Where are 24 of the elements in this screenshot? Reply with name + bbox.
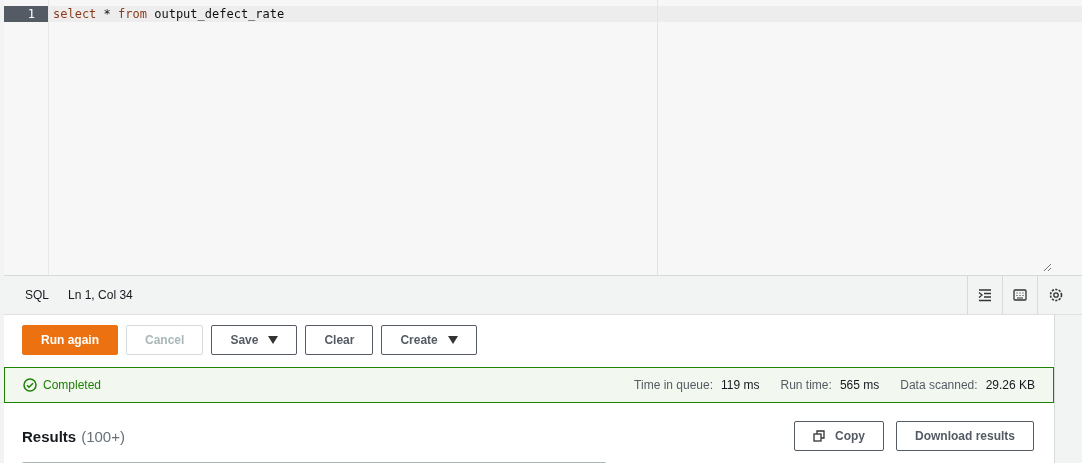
settings-icon[interactable]: [1048, 287, 1064, 303]
keyboard-icon[interactable]: [1012, 287, 1028, 303]
language-label: SQL: [25, 288, 49, 302]
code-line: select * from output_defect_rate: [53, 7, 285, 21]
action-button[interactable]: Create: [381, 325, 477, 355]
line-number: 1: [4, 6, 48, 22]
action-button[interactable]: Clear: [305, 325, 374, 355]
stat-value: 119 ms: [721, 378, 760, 392]
download-button[interactable]: Download results: [896, 421, 1034, 451]
results-title: Results: [22, 427, 77, 445]
status-text: Completed: [43, 378, 102, 392]
stat-value: 565 ms: [839, 378, 880, 392]
cursor-position: Ln 1, Col 34: [68, 288, 133, 302]
indent-icon[interactable]: [977, 287, 993, 303]
resize-handle-icon[interactable]: [1042, 262, 1052, 272]
stat-label: Data scanned:: [900, 378, 978, 392]
copy-button[interactable]: Copy: [794, 421, 884, 451]
action-button[interactable]: Save: [211, 325, 298, 355]
check-circle-icon: [23, 378, 37, 392]
copy-icon: [813, 430, 825, 442]
stat-label: Run time:: [780, 378, 832, 392]
results-count: (100+): [81, 427, 125, 445]
stat-label: Time in queue:: [634, 378, 714, 392]
stat-value: 29.26 KB: [985, 378, 1035, 392]
